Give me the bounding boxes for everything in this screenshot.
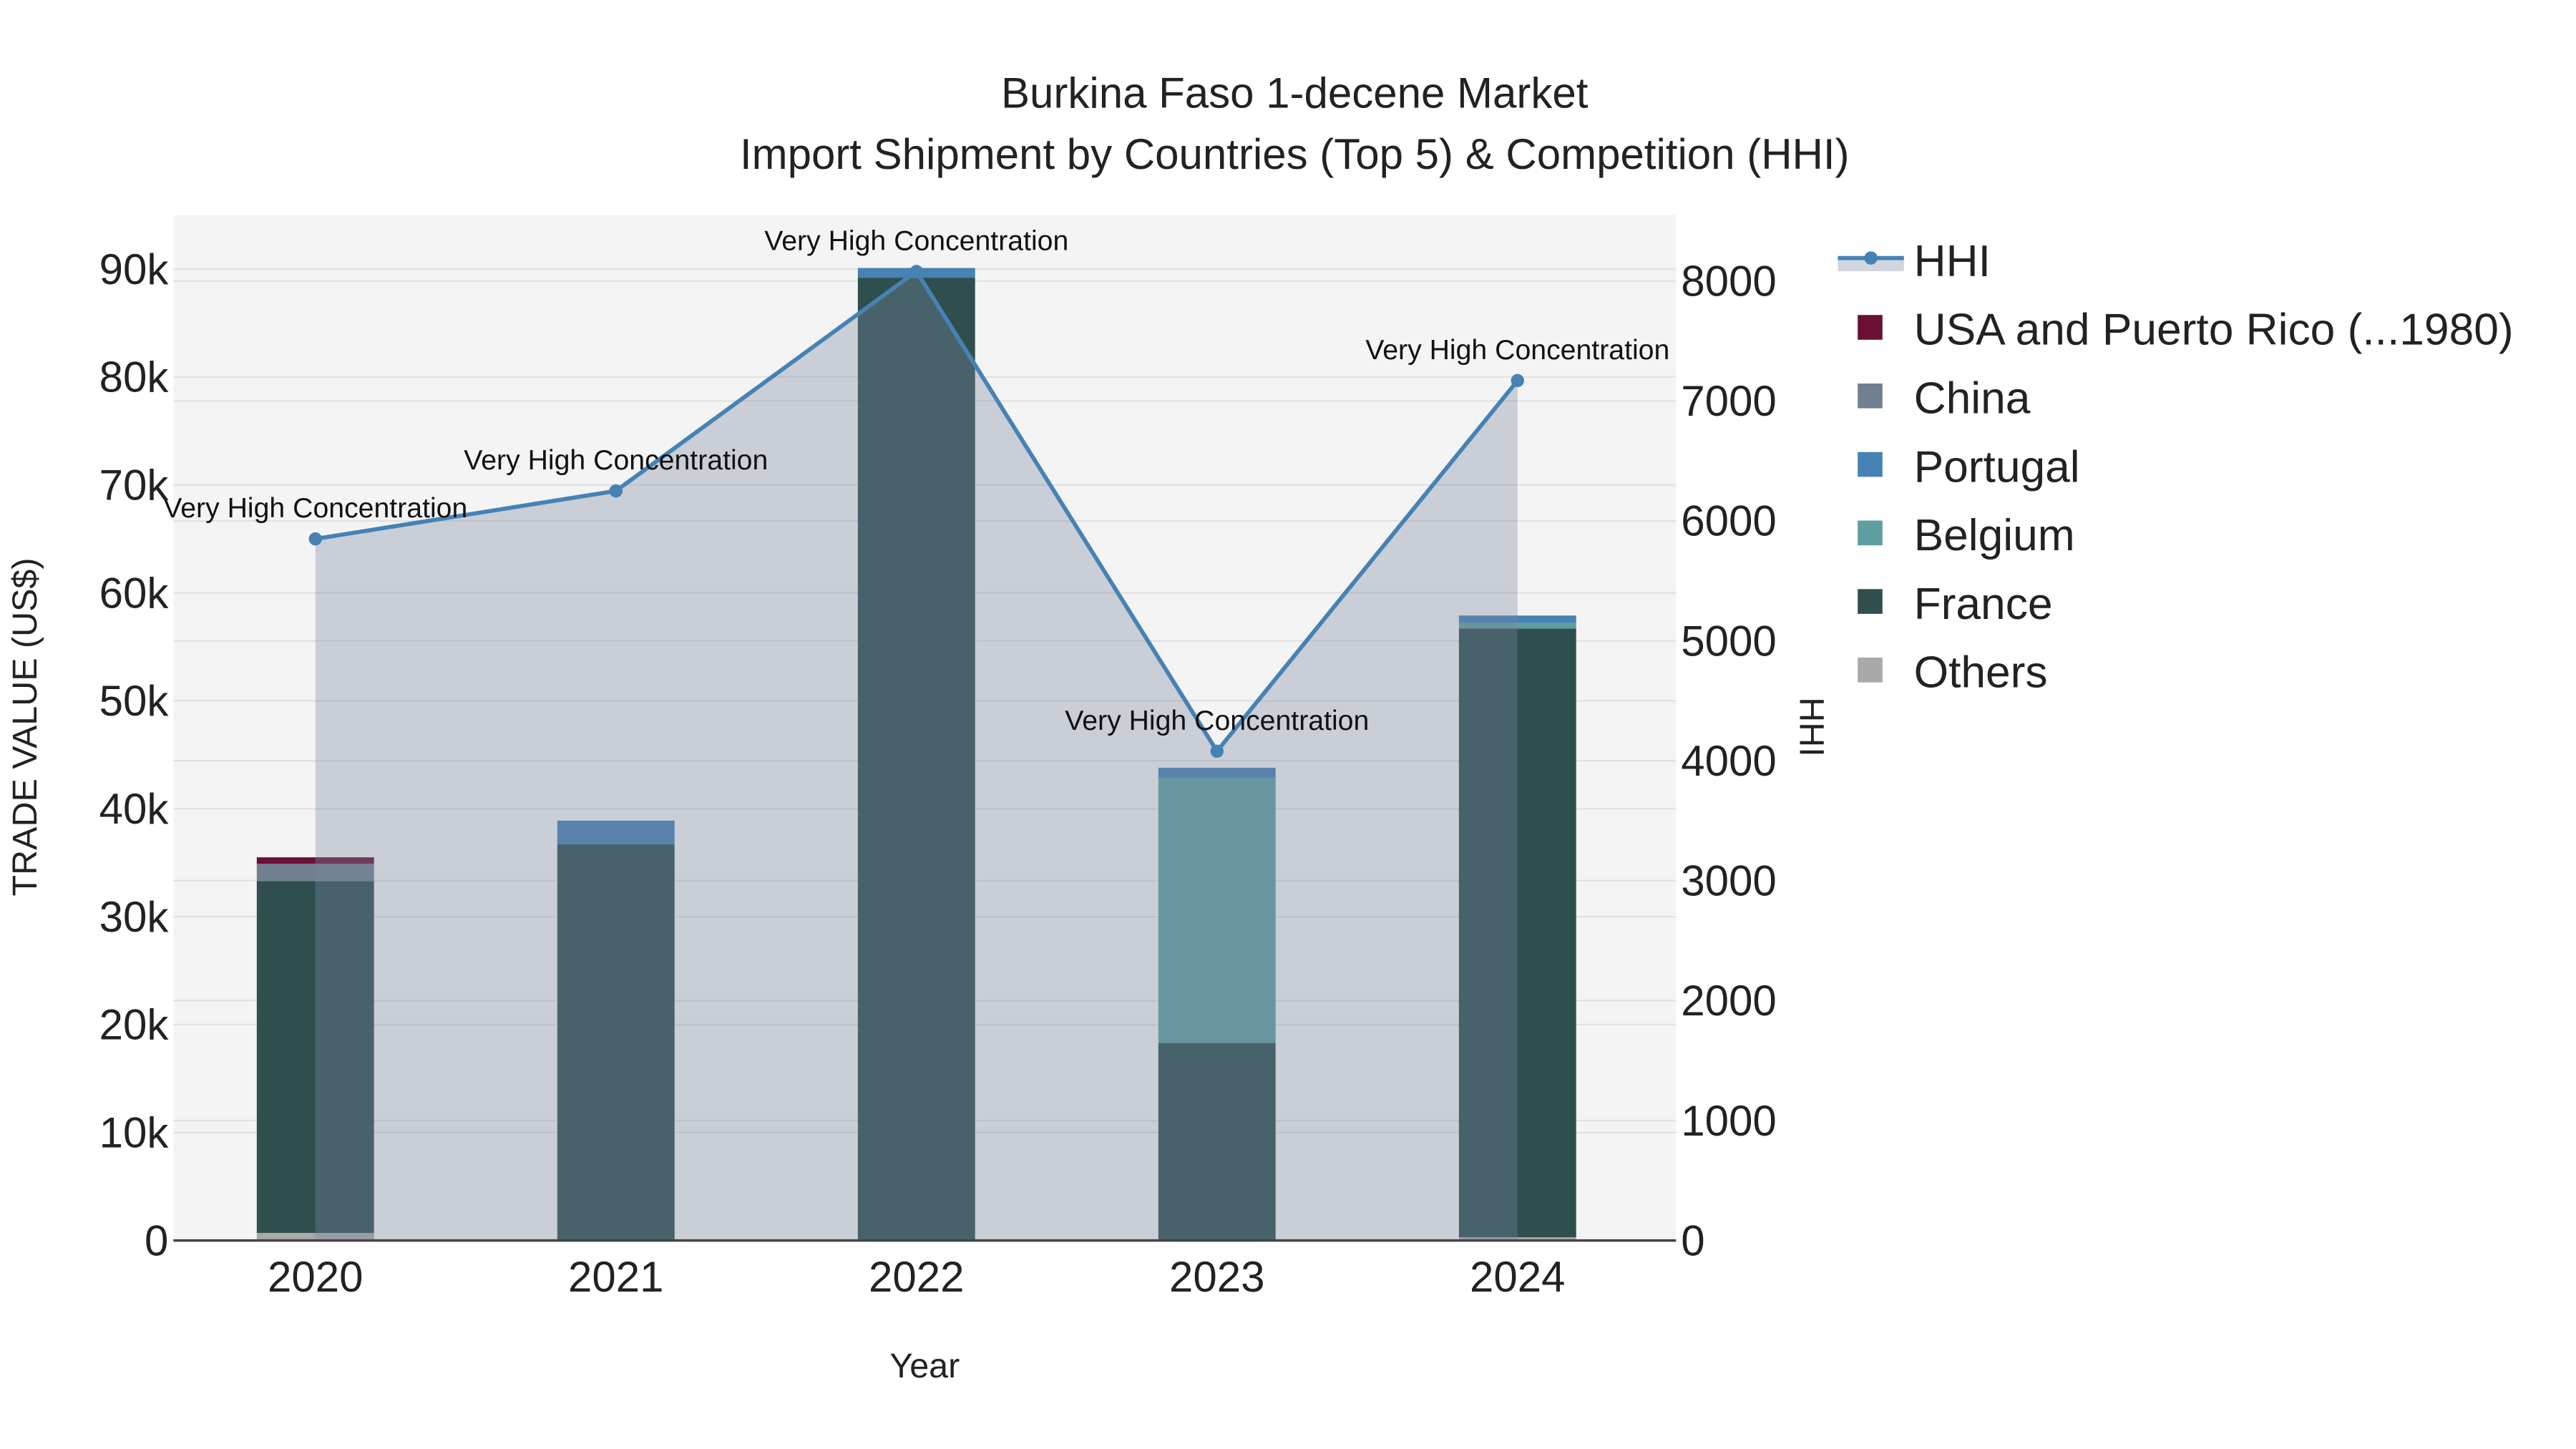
y-tick-label: 0	[145, 1216, 168, 1264]
y-tick-label: 20k	[99, 1001, 170, 1049]
x-tick-label: 2021	[568, 1253, 663, 1301]
legend-swatch-icon	[1858, 520, 1883, 546]
hhi-marker-2021	[609, 484, 623, 498]
legend-item-label: Belgium	[1914, 511, 2075, 560]
y-tick-label: 30k	[99, 893, 170, 941]
y-tick-label: 60k	[99, 569, 170, 617]
hhi-annotation: Very High Concentration	[1365, 334, 1669, 366]
chart: Very High Concentration Very High Concent…	[6, 69, 2514, 1386]
y2-tick-label: 8000	[1681, 258, 1776, 306]
y2-tick-label: 7000	[1681, 377, 1776, 425]
legend-swatch-icon	[1858, 315, 1883, 340]
y-tick-label: 90k	[99, 245, 170, 293]
y-tick-label: 40k	[99, 785, 170, 833]
hhi-marker-2020	[308, 532, 322, 546]
y2-axis-label: HHI	[1792, 697, 1830, 756]
legend-swatch-icon	[1858, 383, 1883, 409]
hhi-marker-2024	[1511, 374, 1524, 388]
y-tick-label: 10k	[99, 1109, 170, 1157]
y-tick-label: 70k	[99, 461, 170, 509]
hhi-marker-2023	[1210, 744, 1224, 758]
legend: HHI USA and Puerto Rico (...1980) China Por…	[1838, 237, 2514, 698]
legend-item-label: Portugal	[1914, 442, 2080, 492]
legend-hhi-marker-icon	[1864, 251, 1878, 265]
legend-swatch-icon	[1858, 452, 1883, 477]
hhi-annotation: Very High Concentration	[464, 444, 768, 476]
y2-tick-label: 5000	[1681, 617, 1776, 665]
legend-item-label: Others	[1914, 648, 2048, 698]
y2-tick-label: 0	[1681, 1216, 1704, 1264]
chart-title: Burkina Faso 1-decene Market	[1001, 69, 1589, 117]
legend-item-label: France	[1914, 580, 2053, 629]
chart-subtitle: Import Shipment by Countries (Top 5) & C…	[740, 130, 1850, 178]
x-tick-label: 2022	[869, 1253, 964, 1301]
y2-axis-ticks: 0 1000 2000 3000 4000 5000 6000 7000 8000	[1681, 258, 1776, 1265]
hhi-annotation: Very High Concentration	[163, 492, 467, 524]
legend-item-label: USA and Puerto Rico (...1980)	[1914, 306, 2514, 355]
legend-item-label: HHI	[1914, 237, 1991, 286]
y-tick-label: 50k	[99, 677, 170, 725]
x-tick-label: 2020	[268, 1253, 363, 1301]
legend-swatch-icon	[1858, 589, 1883, 614]
hhi-annotation: Very High Concentration	[1065, 705, 1369, 736]
y-axis-label: TRADE VALUE (US$)	[6, 557, 44, 896]
y2-tick-label: 1000	[1681, 1097, 1776, 1145]
x-tick-label: 2024	[1470, 1253, 1565, 1301]
y-tick-label: 80k	[99, 353, 170, 401]
y2-tick-label: 3000	[1681, 857, 1776, 905]
x-tick-label: 2023	[1169, 1253, 1264, 1301]
y2-tick-label: 2000	[1681, 977, 1776, 1025]
y2-tick-label: 6000	[1681, 497, 1776, 545]
y-axis-ticks: 0 10k 20k 30k 40k 50k 60k 70k 80k 90k	[99, 245, 170, 1265]
hhi-annotation: Very High Concentration	[764, 225, 1068, 256]
x-axis-label: Year	[889, 1347, 960, 1385]
y2-tick-label: 4000	[1681, 737, 1776, 785]
x-axis-ticks: 2020 2021 2022 2023 2024	[268, 1253, 1565, 1301]
legend-item-label: China	[1914, 374, 2031, 424]
legend-swatch-icon	[1858, 658, 1883, 683]
hhi-marker-2022	[909, 265, 923, 278]
